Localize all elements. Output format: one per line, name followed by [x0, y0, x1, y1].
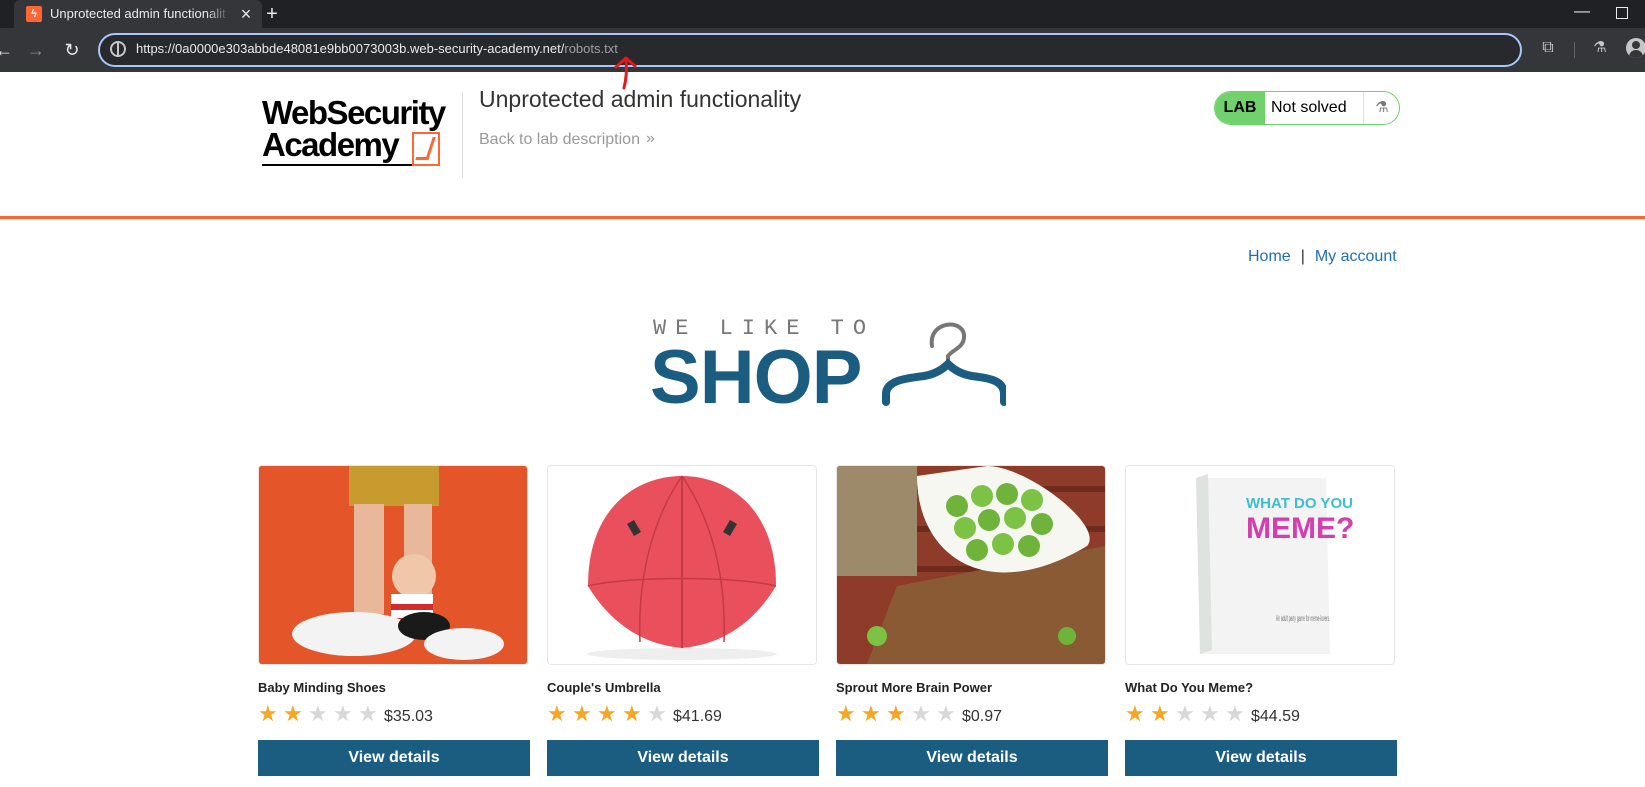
product-grid: Baby Minding Shoes ★ ★ ★ ★ ★ $35.03 View det… [258, 465, 1398, 787]
shop-top-nav: Home | My account [1248, 248, 1397, 266]
star-icon: ★ [936, 701, 956, 726]
product-card: Baby Minding Shoes ★ ★ ★ ★ ★ $35.03 View det… [258, 465, 530, 787]
product-price: $0.97 [962, 708, 1003, 725]
web-security-academy-logo[interactable]: WebSecurity Academy [262, 94, 458, 170]
star-icon: ★ [1225, 701, 1245, 726]
lab-title: Unprotected admin functionality [479, 86, 802, 112]
product-rating-stars: ★ ★ ★ ★ ★ [836, 703, 961, 725]
product-price: $35.03 [384, 708, 433, 725]
double-chevron-right-icon[interactable]: » [646, 130, 655, 148]
view-details-button[interactable]: View details [836, 740, 1108, 776]
browser-toolbar: ← → ↻ https://0a0000e303abbde48081e9bb00… [0, 28, 1645, 72]
star-icon: ★ [836, 701, 856, 726]
product-card: Couple's Umbrella ★ ★ ★ ★ ★ $41.69 View deta… [547, 465, 819, 787]
product-rating-stars: ★ ★ ★ ★ ★ [547, 703, 672, 725]
product-rating-stars: ★ ★ ★ ★ ★ [258, 703, 383, 725]
star-icon: ★ [547, 701, 567, 726]
star-icon: ★ [911, 701, 931, 726]
nav-my-account-link[interactable]: My account [1315, 248, 1397, 265]
logo-text-line2: Academy [262, 126, 400, 163]
forward-arrow-icon[interactable]: → [24, 38, 48, 62]
toolbar-divider [1574, 42, 1575, 58]
new-tab-plus-icon[interactable]: + [260, 2, 284, 26]
product-image[interactable] [547, 465, 817, 665]
url-host: https://0a0000e303abbde48081e9bb0073003b… [136, 41, 565, 56]
star-icon: ★ [333, 701, 353, 726]
banner-title: SHOP [650, 335, 862, 420]
star-icon: ★ [647, 701, 667, 726]
view-details-button[interactable]: View details [547, 740, 819, 776]
we-like-to-shop-banner: WE LIKE TO SHOP [650, 316, 1020, 420]
profile-avatar-icon[interactable] [1626, 38, 1645, 58]
star-icon: ★ [258, 701, 278, 726]
meme-box-line2: MEME? [1246, 512, 1354, 545]
burp-favicon-icon: ϟ [26, 6, 42, 22]
red-annotation-arrow-icon [614, 56, 637, 90]
product-card: Sprout More Brain Power ★ ★ ★ ★ ★ $0.97 View… [836, 465, 1108, 787]
star-icon: ★ [861, 701, 881, 726]
meme-box-tagline: An adult party game for meme-lovers. [1276, 614, 1330, 623]
close-tab-icon[interactable]: × [236, 4, 256, 24]
window-maximize-icon[interactable] [1616, 7, 1628, 19]
product-image[interactable] [836, 465, 1106, 665]
flask-icon: ⚗ [1363, 92, 1399, 124]
product-image[interactable]: WHAT DO YOU MEME? An adult party game fo… [1125, 465, 1395, 665]
lab-status-text: Not solved [1271, 99, 1347, 116]
star-icon: ★ [283, 701, 303, 726]
browser-tab-bar: ϟ Unprotected admin functionalit × + — [0, 0, 1645, 28]
star-icon: ★ [572, 701, 592, 726]
logo-bolt-icon [412, 132, 440, 166]
nav-home-link[interactable]: Home [1248, 248, 1291, 265]
browser-tab-active[interactable]: ϟ Unprotected admin functionalit × [14, 0, 262, 28]
clothes-hanger-icon [882, 322, 1006, 406]
star-icon: ★ [1175, 701, 1195, 726]
product-price: $41.69 [673, 708, 722, 725]
header-divider [462, 92, 463, 178]
sprout-more-brain-power-image [837, 466, 1105, 664]
tab-title: Unprotected admin functionalit [50, 6, 230, 21]
reload-icon[interactable]: ↻ [60, 38, 84, 62]
product-name: Baby Minding Shoes [258, 680, 386, 695]
back-arrow-icon[interactable]: ← [0, 38, 16, 62]
star-icon: ★ [597, 701, 617, 726]
extensions-puzzle-icon[interactable]: ⧉ [1538, 38, 1558, 58]
back-to-lab-description-link[interactable]: Back to lab description [479, 131, 640, 149]
star-icon: ★ [1150, 701, 1170, 726]
product-image[interactable] [258, 465, 528, 665]
product-price: $44.59 [1251, 708, 1300, 725]
view-details-button[interactable]: View details [258, 740, 530, 776]
product-name: Sprout More Brain Power [836, 680, 993, 695]
star-icon: ★ [1200, 701, 1220, 726]
lab-status-badge: LAB Not solved ⚗ [1214, 91, 1400, 125]
product-rating-stars: ★ ★ ★ ★ ★ [1125, 703, 1250, 725]
star-icon: ★ [358, 701, 378, 726]
site-info-icon[interactable] [110, 41, 126, 57]
address-bar[interactable]: https://0a0000e303abbde48081e9bb0073003b… [98, 33, 1522, 67]
product-name: Couple's Umbrella [547, 680, 661, 695]
lab-header: WebSecurity Academy Unprotected admin fu… [0, 72, 1645, 219]
baby-minding-shoes-image [259, 466, 527, 664]
window-minimize-icon[interactable]: — [1570, 0, 1594, 28]
star-icon: ★ [886, 701, 906, 726]
meme-box-line1: WHAT DO YOU [1246, 495, 1353, 512]
labs-flask-icon[interactable]: ⚗ [1590, 38, 1610, 58]
logo-underline [262, 164, 412, 166]
couples-umbrella-image [548, 466, 816, 664]
product-name: What Do You Meme? [1125, 680, 1254, 695]
what-do-you-meme-image: WHAT DO YOU MEME? An adult party game fo… [1126, 466, 1394, 664]
star-icon: ★ [622, 701, 642, 726]
view-details-button[interactable]: View details [1125, 740, 1397, 776]
url-text[interactable]: https://0a0000e303abbde48081e9bb0073003b… [136, 41, 618, 56]
lab-pill: LAB [1215, 92, 1265, 124]
star-icon: ★ [1125, 701, 1145, 726]
product-card: WHAT DO YOU MEME? An adult party game fo… [1125, 465, 1397, 787]
nav-separator: | [1300, 248, 1305, 265]
star-icon: ★ [308, 701, 328, 726]
